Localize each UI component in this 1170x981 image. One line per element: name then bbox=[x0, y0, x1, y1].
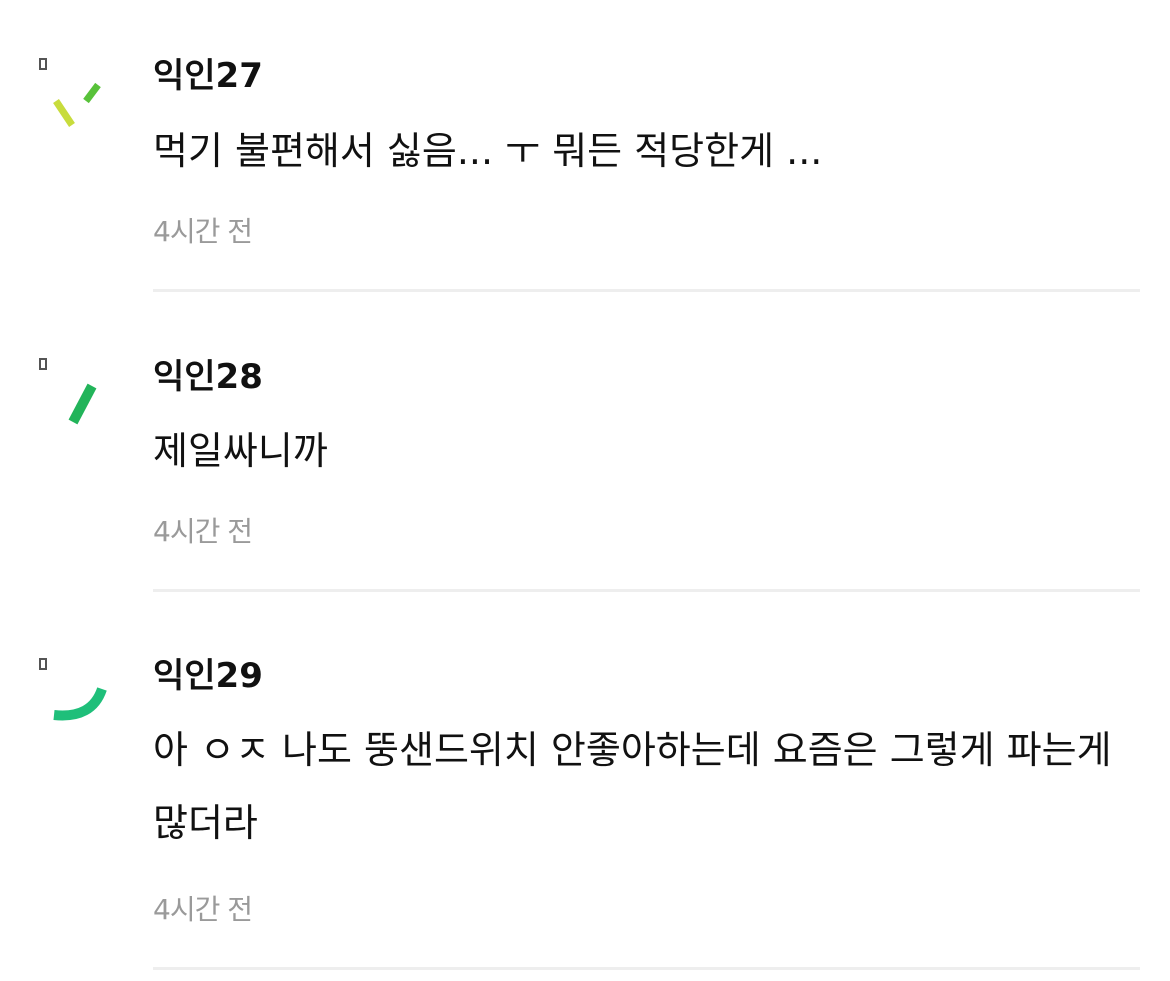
comment-text: 제일싸니까 bbox=[153, 429, 328, 473]
confetti-arc-icon bbox=[39, 658, 107, 721]
comment-timestamp: 4시간 전 bbox=[153, 215, 253, 248]
comment-text: 아 ㅇㅈ 나도 뚱샌드위치 안좋아하는데 요즘은 그렇게 파는게 많더라 bbox=[153, 728, 1112, 845]
comment-timestamp: 4시간 전 bbox=[153, 515, 253, 548]
divider bbox=[153, 967, 1140, 970]
avatar[interactable] bbox=[36, 355, 116, 445]
comment-author: 익인29 bbox=[153, 656, 263, 696]
divider bbox=[153, 289, 1140, 292]
comment-text: 먹기 불편해서 싫음... ㅜ 뭐든 적당한게 ... bbox=[153, 129, 823, 173]
comment-author: 익인28 bbox=[153, 357, 263, 397]
divider bbox=[153, 589, 1140, 592]
avatar[interactable] bbox=[36, 655, 116, 745]
comment-author: 익인27 bbox=[153, 56, 263, 96]
avatar[interactable] bbox=[36, 55, 116, 145]
comment-timestamp: 4시간 전 bbox=[153, 893, 253, 926]
confetti-line-icon bbox=[39, 358, 97, 425]
confetti-lines-icon bbox=[39, 58, 101, 127]
